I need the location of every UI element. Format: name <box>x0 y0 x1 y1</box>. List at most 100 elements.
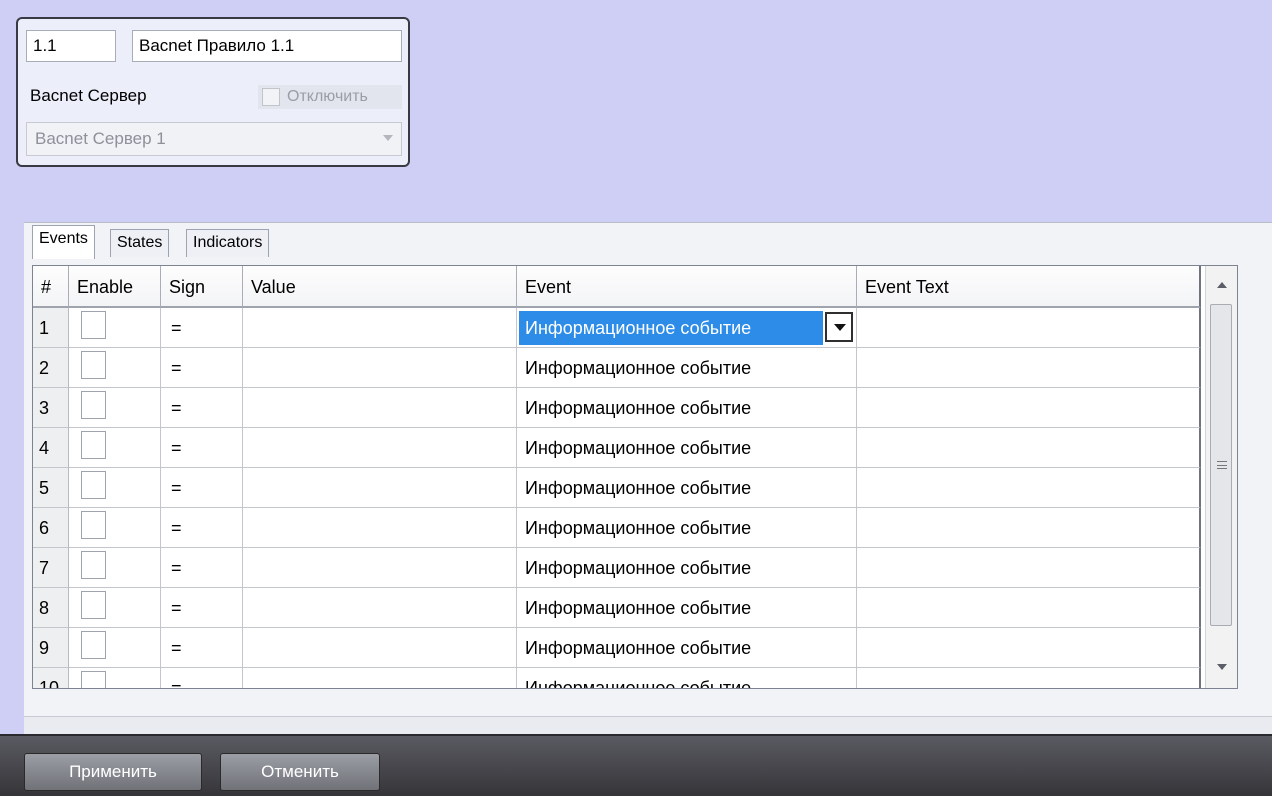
tab-states[interactable]: States <box>110 229 170 257</box>
table-row[interactable]: 6 = Информационное событие <box>33 508 1201 548</box>
event-text-cell[interactable] <box>857 348 1201 388</box>
enable-checkbox[interactable] <box>81 551 106 579</box>
value-cell[interactable] <box>243 628 517 668</box>
sign-cell[interactable]: = <box>161 348 243 388</box>
sign-cell[interactable]: = <box>161 548 243 588</box>
event-cell[interactable]: Информационное событие <box>517 468 857 508</box>
enable-cell[interactable] <box>69 308 161 348</box>
enable-checkbox[interactable] <box>81 351 106 379</box>
sign-cell[interactable]: = <box>161 628 243 668</box>
row-number: 10 <box>33 668 69 688</box>
tab-indicators[interactable]: Indicators <box>186 229 270 257</box>
event-text-cell[interactable] <box>857 548 1201 588</box>
event-text-cell[interactable] <box>857 628 1201 668</box>
enable-checkbox[interactable] <box>81 511 106 539</box>
event-select-value[interactable]: Информационное событие <box>519 311 823 345</box>
event-text-cell[interactable] <box>857 308 1201 348</box>
enable-cell[interactable] <box>69 388 161 428</box>
table-row[interactable]: 4 = Информационное событие <box>33 428 1201 468</box>
vertical-scrollbar[interactable] <box>1205 266 1237 688</box>
event-cell[interactable]: Информационное событие <box>517 628 857 668</box>
enable-checkbox[interactable] <box>81 631 106 659</box>
table-row[interactable]: 3 = Информационное событие <box>33 388 1201 428</box>
enable-cell[interactable] <box>69 668 161 688</box>
table-row[interactable]: 5 = Информационное событие <box>33 468 1201 508</box>
scroll-down-icon[interactable] <box>1206 654 1237 682</box>
value-cell[interactable] <box>243 668 517 688</box>
value-cell[interactable] <box>243 468 517 508</box>
value-cell[interactable] <box>243 388 517 428</box>
rule-id-field[interactable]: 1.1 <box>26 30 116 62</box>
row-number: 3 <box>33 388 69 428</box>
event-cell[interactable]: Информационное событие <box>517 348 857 388</box>
footer-divider <box>24 716 1272 735</box>
table-row[interactable]: 2 = Информационное событие <box>33 348 1201 388</box>
event-cell[interactable]: Информационное событие <box>517 588 857 628</box>
enable-cell[interactable] <box>69 508 161 548</box>
server-label: Bacnet Сервер <box>30 86 147 105</box>
sign-cell[interactable]: = <box>161 308 243 348</box>
col-value[interactable]: Value <box>243 266 517 308</box>
table-row[interactable]: 9 = Информационное событие <box>33 628 1201 668</box>
rule-header-panel: 1.1 Bacnet Правило 1.1 Bacnet Сервер Отк… <box>16 17 410 167</box>
dropdown-arrow-icon[interactable] <box>825 312 853 342</box>
enable-cell[interactable] <box>69 468 161 508</box>
enable-checkbox[interactable] <box>81 311 106 339</box>
scroll-up-icon[interactable] <box>1206 272 1237 300</box>
enable-cell[interactable] <box>69 628 161 668</box>
event-text-cell[interactable] <box>857 388 1201 428</box>
rule-name-field[interactable]: Bacnet Правило 1.1 <box>132 30 402 62</box>
col-number[interactable]: # <box>33 266 69 308</box>
enable-cell[interactable] <box>69 428 161 468</box>
disable-checkbox[interactable]: Отключить <box>258 85 402 109</box>
event-text-cell[interactable] <box>857 508 1201 548</box>
event-text-cell[interactable] <box>857 588 1201 628</box>
value-cell[interactable] <box>243 588 517 628</box>
event-cell[interactable]: Информационное событие <box>517 428 857 468</box>
sign-cell[interactable]: = <box>161 668 243 688</box>
apply-button[interactable]: Применить <box>24 753 202 791</box>
event-cell[interactable]: Информационное событие <box>517 508 857 548</box>
event-cell[interactable]: Информационное событие <box>517 388 857 428</box>
enable-cell[interactable] <box>69 548 161 588</box>
sign-cell[interactable]: = <box>161 468 243 508</box>
cancel-button[interactable]: Отменить <box>220 753 380 791</box>
value-cell[interactable] <box>243 508 517 548</box>
sign-cell[interactable]: = <box>161 388 243 428</box>
sign-cell[interactable]: = <box>161 428 243 468</box>
value-cell[interactable] <box>243 428 517 468</box>
disable-checkbox-box[interactable] <box>262 88 280 106</box>
enable-cell[interactable] <box>69 588 161 628</box>
table-row[interactable]: 7 = Информационное событие <box>33 548 1201 588</box>
value-cell[interactable] <box>243 308 517 348</box>
enable-checkbox[interactable] <box>81 471 106 499</box>
sign-cell[interactable]: = <box>161 508 243 548</box>
table-row[interactable]: 8 = Информационное событие <box>33 588 1201 628</box>
col-event[interactable]: Event <box>517 266 857 308</box>
value-cell[interactable] <box>243 548 517 588</box>
event-text-cell[interactable] <box>857 668 1201 688</box>
event-text-cell[interactable] <box>857 468 1201 508</box>
table-row[interactable]: 10 = Информационное событие <box>33 668 1201 688</box>
event-text-cell[interactable] <box>857 428 1201 468</box>
col-enable[interactable]: Enable <box>69 266 161 308</box>
enable-checkbox[interactable] <box>81 671 106 688</box>
table-row[interactable]: 1 = Информационное событие <box>33 308 1201 348</box>
enable-checkbox[interactable] <box>81 431 106 459</box>
enable-cell[interactable] <box>69 348 161 388</box>
event-cell[interactable]: Информационное событие <box>517 308 857 348</box>
row-number: 9 <box>33 628 69 668</box>
chevron-down-icon[interactable] <box>383 135 393 141</box>
event-cell[interactable]: Информационное событие <box>517 668 857 688</box>
col-sign[interactable]: Sign <box>161 266 243 308</box>
server-select[interactable]: Bacnet Сервер 1 <box>26 122 402 156</box>
col-event-text[interactable]: Event Text <box>857 266 1201 308</box>
sign-cell[interactable]: = <box>161 588 243 628</box>
event-cell[interactable]: Информационное событие <box>517 548 857 588</box>
grip-icon <box>1217 461 1227 469</box>
tab-events[interactable]: Events <box>32 225 95 259</box>
enable-checkbox[interactable] <box>81 391 106 419</box>
scroll-thumb[interactable] <box>1210 304 1232 626</box>
value-cell[interactable] <box>243 348 517 388</box>
enable-checkbox[interactable] <box>81 591 106 619</box>
